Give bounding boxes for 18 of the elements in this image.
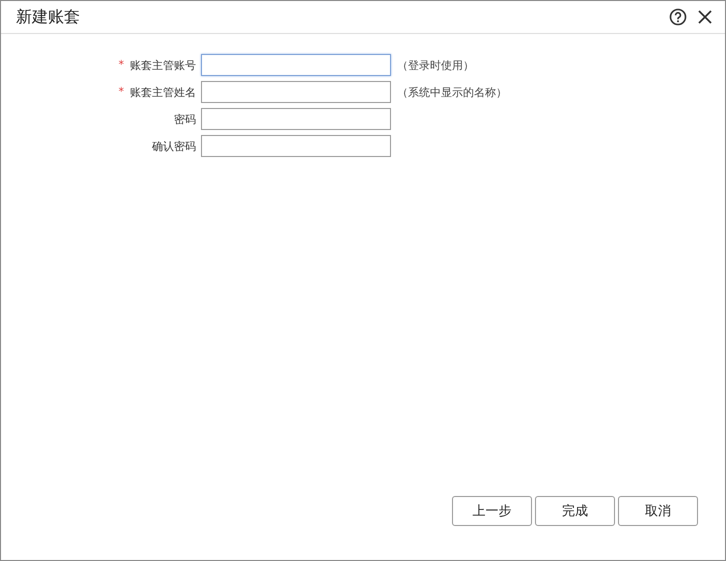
close-icon[interactable] bbox=[697, 9, 713, 25]
field-label: 密码 bbox=[174, 112, 196, 126]
required-marker: * bbox=[118, 58, 124, 72]
required-marker: * bbox=[118, 84, 124, 100]
field-label: 确认密码 bbox=[152, 138, 196, 154]
dialog-button[interactable]: 上一步 bbox=[452, 496, 532, 526]
field-label: 账套主管账号 bbox=[130, 58, 196, 72]
input-field[interactable] bbox=[201, 135, 391, 157]
field-label: 账套主管姓名 bbox=[130, 84, 196, 100]
dialog-button[interactable]: 取消 bbox=[618, 496, 698, 526]
help-icon[interactable] bbox=[669, 8, 687, 26]
input-field[interactable] bbox=[201, 108, 391, 130]
window-title: 新建账套 bbox=[16, 6, 81, 28]
dialog-button[interactable]: 完成 bbox=[535, 496, 615, 526]
field-hint: （登录时使用） bbox=[397, 58, 474, 72]
input-field[interactable] bbox=[201, 81, 391, 103]
field-hint: （系统中显示的名称） bbox=[397, 84, 507, 100]
input-field[interactable] bbox=[201, 54, 391, 76]
